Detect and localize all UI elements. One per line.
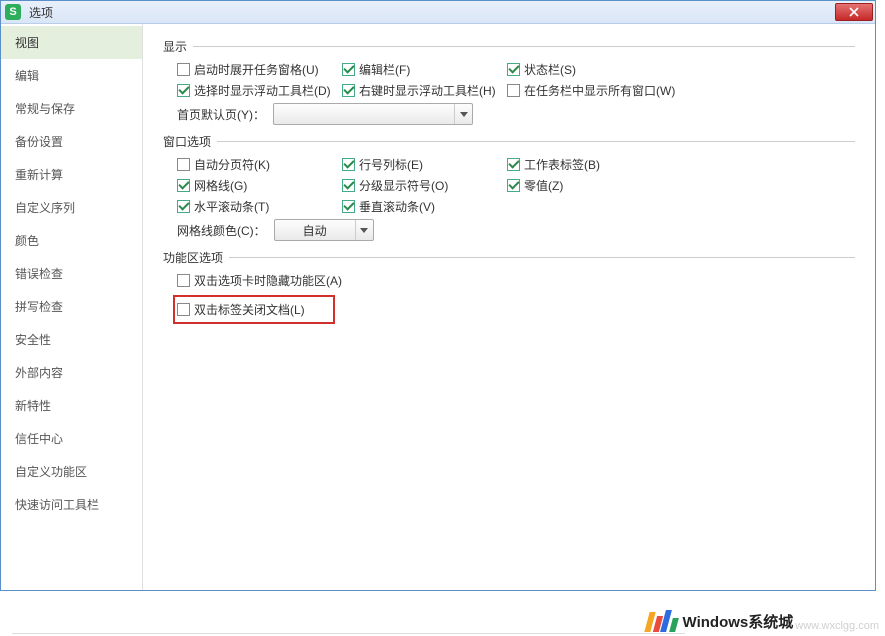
sidebar-item-trust-center[interactable]: 信任中心 <box>1 422 142 455</box>
checkbox-rightclick-float-toolbar[interactable]: 右键时显示浮动工具栏(H) <box>342 82 496 99</box>
watermark-logo-icon <box>647 610 677 632</box>
sidebar-item-external[interactable]: 外部内容 <box>1 356 142 389</box>
sidebar-item-recalc[interactable]: 重新计算 <box>1 158 142 191</box>
checkbox-startup-taskpane[interactable]: 启动时展开任务窗格(U) <box>177 61 319 78</box>
checkbox-select-float-toolbar[interactable]: 选择时显示浮动工具栏(D) <box>177 82 331 99</box>
default-page-select[interactable] <box>273 103 473 125</box>
divider <box>217 141 855 142</box>
close-button[interactable] <box>835 3 873 21</box>
chevron-down-icon <box>355 220 373 240</box>
group-window-options: 窗口选项 自动分页符(K) 行号列标(E) 工作表标签(B) 网格线(G) 分级… <box>163 133 855 241</box>
dialog-body: 视图 编辑 常规与保存 备份设置 重新计算 自定义序列 颜色 错误检查 拼写检查… <box>1 24 875 590</box>
checkbox-show-all-windows-taskbar[interactable]: 在任务栏中显示所有窗口(W) <box>507 82 675 99</box>
checkbox-h-scrollbar[interactable]: 水平滚动条(T) <box>177 198 269 215</box>
checkbox-auto-pagebreak[interactable]: 自动分页符(K) <box>177 156 270 173</box>
window-title: 选项 <box>29 4 53 21</box>
highlight-annotation: 双击标签关闭文档(L) <box>173 295 335 324</box>
checkbox-row-col-header[interactable]: 行号列标(E) <box>342 156 423 173</box>
watermark-text: Windows系统城 <box>683 611 794 632</box>
group-window-title: 窗口选项 <box>163 133 217 150</box>
sidebar-item-custom-ribbon[interactable]: 自定义功能区 <box>1 455 142 488</box>
checkbox-status-bar[interactable]: 状态栏(S) <box>507 61 576 78</box>
watermark-url: www.wxclgg.com <box>795 620 879 632</box>
checkbox-dblclick-hide-ribbon[interactable]: 双击选项卡时隐藏功能区(A) <box>177 272 342 289</box>
sidebar-item-general-save[interactable]: 常规与保存 <box>1 92 142 125</box>
sidebar-item-color[interactable]: 颜色 <box>1 224 142 257</box>
checkbox-outline-symbols[interactable]: 分级显示符号(O) <box>342 177 448 194</box>
sidebar-item-edit[interactable]: 编辑 <box>1 59 142 92</box>
divider <box>229 257 855 258</box>
sidebar-item-backup[interactable]: 备份设置 <box>1 125 142 158</box>
checkbox-edit-bar[interactable]: 编辑栏(F) <box>342 61 410 78</box>
chevron-down-icon <box>454 104 472 124</box>
sidebar-item-custom-list[interactable]: 自定义序列 <box>1 191 142 224</box>
sidebar-item-security[interactable]: 安全性 <box>1 323 142 356</box>
group-display: 显示 启动时展开任务窗格(U) 编辑栏(F) 状态栏(S) 选择时显示浮动工具栏… <box>163 38 855 125</box>
sidebar-item-spellcheck[interactable]: 拼写检查 <box>1 290 142 323</box>
grid-color-select[interactable]: 自动 <box>274 219 374 241</box>
options-dialog: S 选项 视图 编辑 常规与保存 备份设置 重新计算 自定义序列 颜色 错误检查… <box>0 0 876 591</box>
watermark: Windows系统城 www.wxclgg.com <box>647 610 879 632</box>
checkbox-v-scrollbar[interactable]: 垂直滚动条(V) <box>342 198 435 215</box>
checkbox-sheet-tabs[interactable]: 工作表标签(B) <box>507 156 600 173</box>
titlebar: S 选项 <box>1 1 875 24</box>
checkbox-zero-values[interactable]: 零值(Z) <box>507 177 563 194</box>
content-panel: 显示 启动时展开任务窗格(U) 编辑栏(F) 状态栏(S) 选择时显示浮动工具栏… <box>143 24 875 590</box>
group-display-title: 显示 <box>163 38 193 55</box>
sidebar: 视图 编辑 常规与保存 备份设置 重新计算 自定义序列 颜色 错误检查 拼写检查… <box>1 24 143 590</box>
default-page-label: 首页默认页(Y)： <box>177 106 265 123</box>
divider <box>193 46 855 47</box>
sidebar-item-error-check[interactable]: 错误检查 <box>1 257 142 290</box>
app-icon: S <box>5 4 21 20</box>
checkbox-dblclick-close-doc[interactable]: 双击标签关闭文档(L) <box>177 301 305 318</box>
grid-color-label: 网格线颜色(C)： <box>177 222 266 239</box>
group-ribbon-title: 功能区选项 <box>163 249 229 266</box>
footer-divider <box>12 633 685 635</box>
sidebar-item-new-features[interactable]: 新特性 <box>1 389 142 422</box>
sidebar-item-quick-access[interactable]: 快速访问工具栏 <box>1 488 142 521</box>
close-icon <box>849 7 859 17</box>
checkbox-gridlines[interactable]: 网格线(G) <box>177 177 247 194</box>
grid-color-value: 自动 <box>275 222 355 239</box>
group-ribbon-options: 功能区选项 双击选项卡时隐藏功能区(A) 双击标签关闭文档(L) <box>163 249 855 324</box>
sidebar-item-view[interactable]: 视图 <box>1 26 142 59</box>
